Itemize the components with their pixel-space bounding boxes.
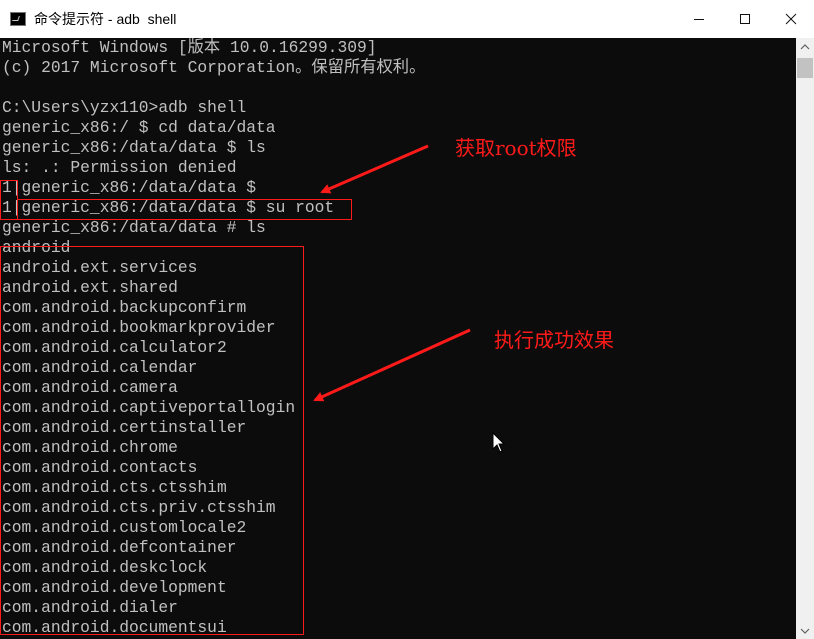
minimize-button[interactable] [676,0,722,38]
minimize-icon [694,19,704,20]
chevron-up-icon [800,43,810,49]
chevron-down-icon [800,628,810,634]
annotation-root-note: 获取root权限 [455,136,577,160]
console-line: 1|generic_x86:/data/data $ su root [2,198,335,217]
console-line: com.android.documentsui [2,618,227,637]
scroll-thumb[interactable] [797,58,813,78]
console-line: com.android.cts.priv.ctsshim [2,498,276,517]
scroll-down-button[interactable] [796,622,814,639]
vertical-scrollbar[interactable] [796,38,814,639]
console-line: com.android.bookmarkprovider [2,318,276,337]
close-icon [785,13,797,25]
console-line: 1|generic_x86:/data/data $ [2,178,257,197]
console-output[interactable]: Microsoft Windows [版本 10.0.16299.309] (c… [0,38,796,639]
close-button[interactable] [768,0,814,38]
console-line: com.android.cts.ctsshim [2,478,227,497]
console-line: com.android.backupconfirm [2,298,247,317]
annotation-result-note: 执行成功效果 [494,328,614,352]
window-title: 命令提示符 - adb shell [34,11,177,27]
console-line: android.ext.services [2,258,198,277]
console-line: com.android.camera [2,378,178,397]
console-line: com.android.chrome [2,438,178,457]
maximize-button[interactable] [722,0,768,38]
console-line: com.android.captiveportallogin [2,398,296,417]
console-line: com.android.calendar [2,358,198,377]
console-line: com.android.calculator2 [2,338,227,357]
console-line: Microsoft Windows [版本 10.0.16299.309] [2,38,377,57]
cmd-window: 命令提示符 - adb shell Microsoft Windows [版本 … [0,0,814,639]
console-line: com.android.development [2,578,227,597]
window-controls [676,0,814,38]
console-line: com.android.dialer [2,598,178,617]
mouse-pointer-icon [492,432,506,453]
console-line: android.ext.shared [2,278,178,297]
console-line: ls: .: Permission denied [2,158,237,177]
console-line: com.android.certinstaller [2,418,247,437]
console-line: generic_x86:/ $ cd data/data [2,118,276,137]
console-line: com.android.deskclock [2,558,208,577]
console-line: generic_x86:/data/data # ls [2,218,266,237]
console-line: com.android.customlocale2 [2,518,247,537]
cmd-icon [10,12,26,26]
console-line: android [2,238,71,257]
console-line: C:\Users\yzx110>adb shell [2,98,247,117]
scroll-up-button[interactable] [796,38,814,55]
title-bar[interactable]: 命令提示符 - adb shell [0,0,814,38]
console-line: com.android.contacts [2,458,198,477]
maximize-icon [740,14,750,24]
console-line: com.android.defcontainer [2,538,237,557]
console-line: (c) 2017 Microsoft Corporation。保留所有权利。 [2,58,426,77]
console-line: generic_x86:/data/data $ ls [2,138,266,157]
